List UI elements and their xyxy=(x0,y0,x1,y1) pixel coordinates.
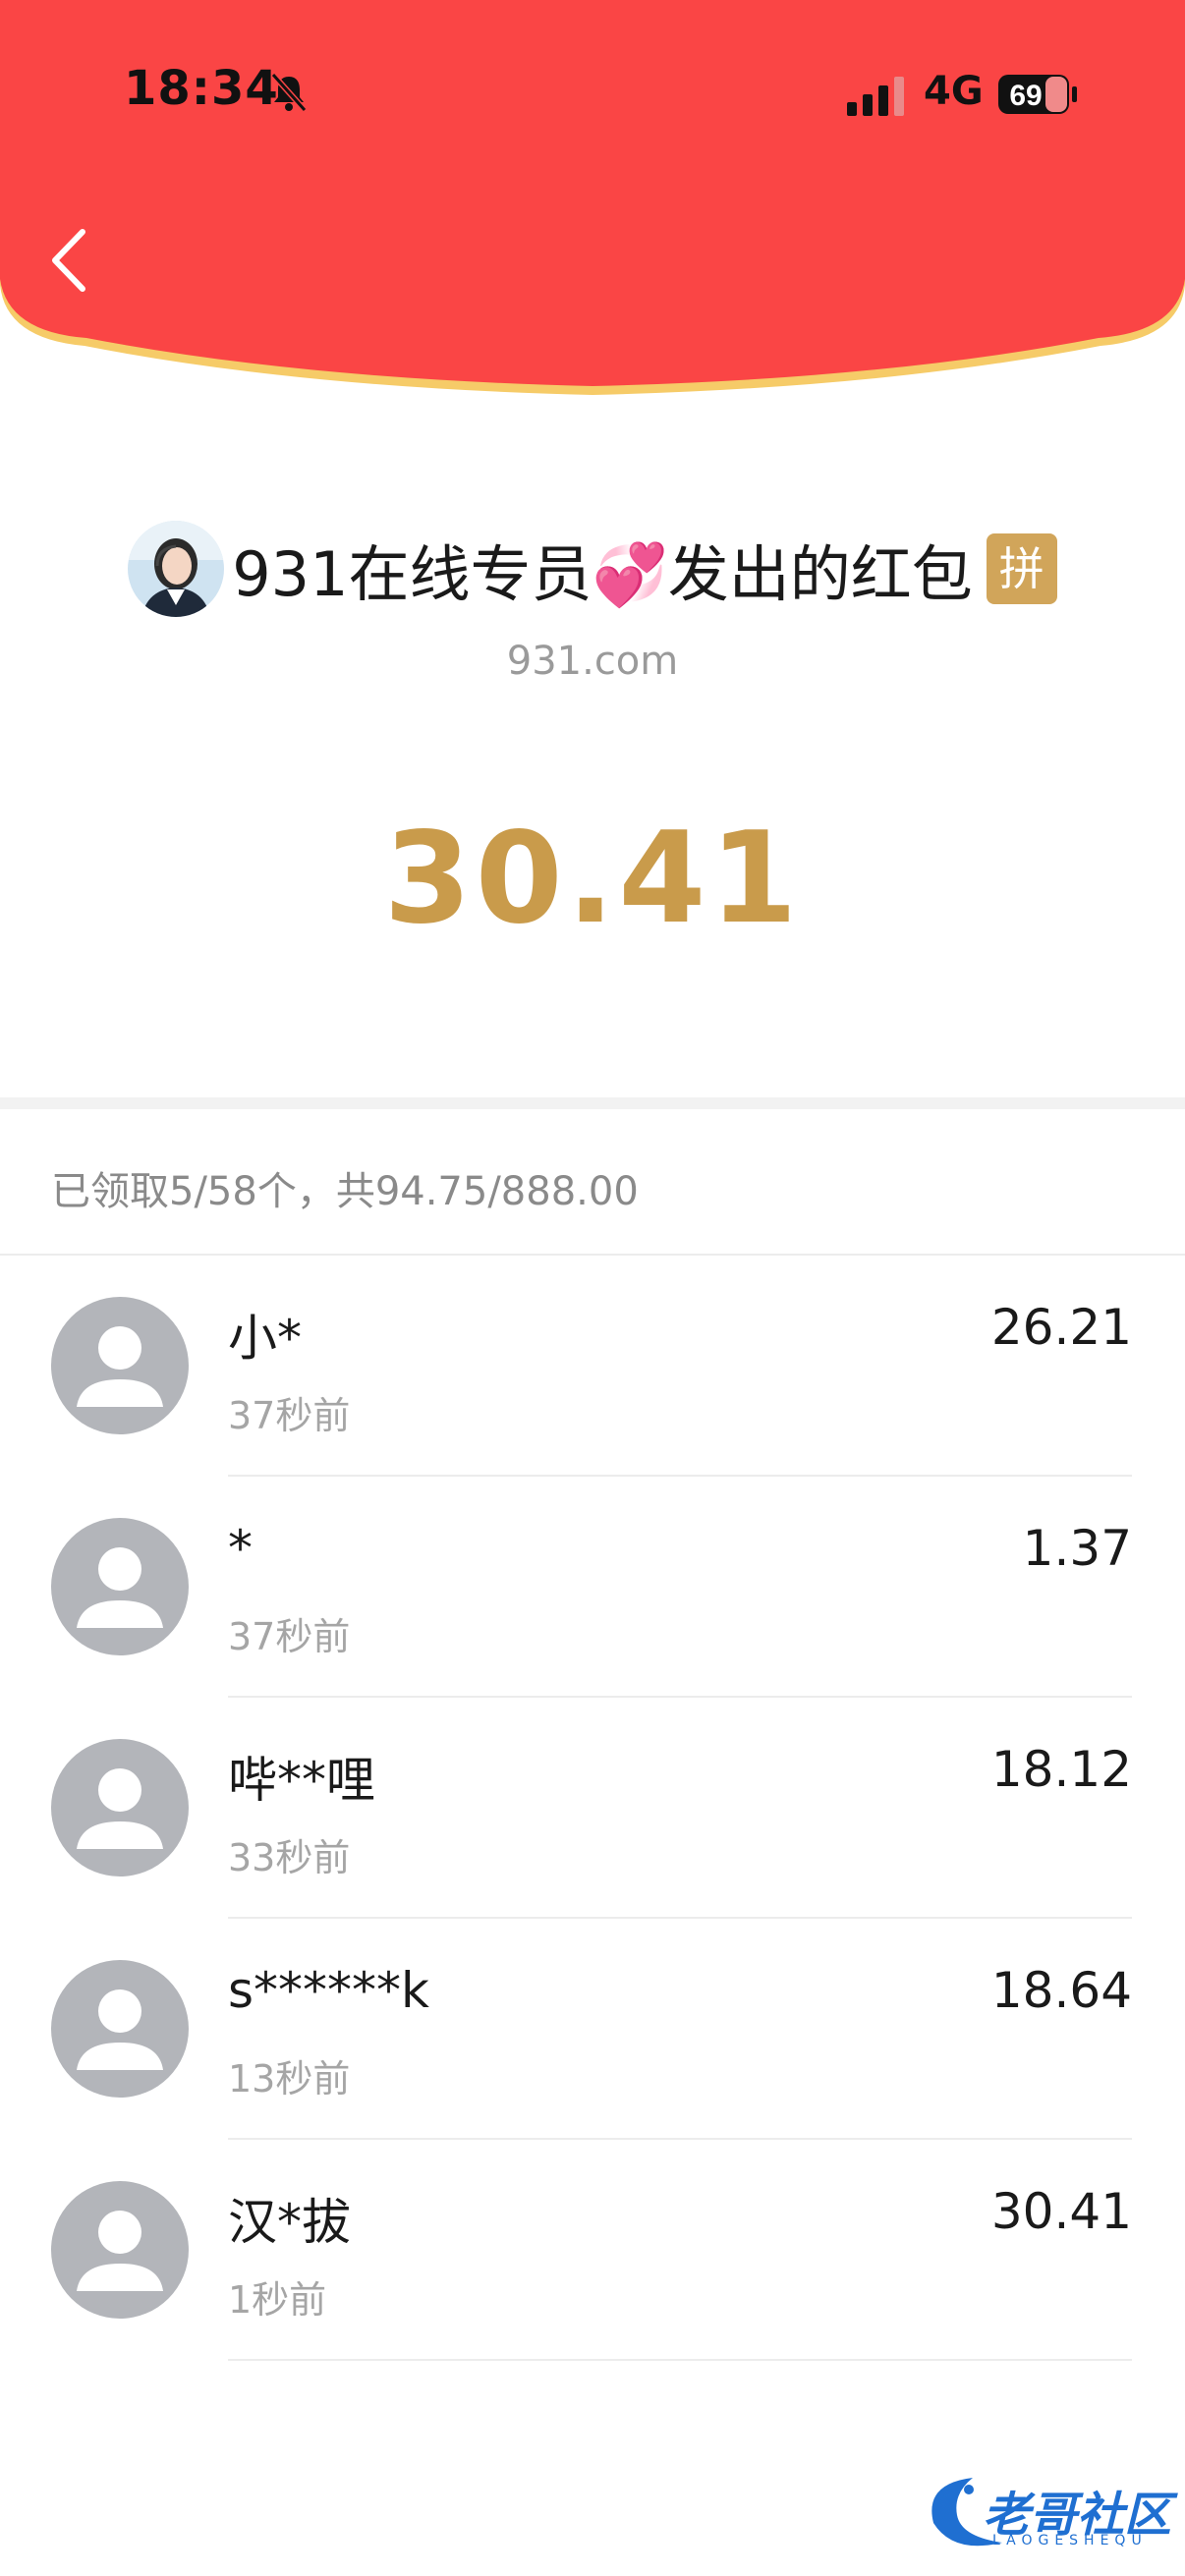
sender-info: 931在线专员💞发出的红包 拼 xyxy=(0,521,1185,619)
claimer-name: 哔**哩 xyxy=(228,1752,375,1809)
list-item[interactable]: 汉*拔 1秒前 30.41 xyxy=(0,2140,1185,2361)
sender-avatar[interactable] xyxy=(128,521,225,617)
list-item[interactable]: s******k 13秒前 18.64 xyxy=(0,1919,1185,2140)
claimer-name: 小* xyxy=(228,1310,302,1367)
default-avatar-icon xyxy=(51,1518,189,1655)
sender-domain: 931.com xyxy=(506,639,679,684)
sender-title: 931在线专员💞发出的红包 xyxy=(232,538,973,610)
claim-list: 小* 37秒前 26.21 * 37秒前 1.37 哔**哩 33秒前 18.1… xyxy=(0,1256,1185,2361)
claim-time: 1秒前 xyxy=(228,2278,327,2322)
list-item[interactable]: * 37秒前 1.37 xyxy=(0,1477,1185,1698)
claim-amount: 30.41 xyxy=(990,2183,1132,2240)
mute-bell-icon xyxy=(270,73,308,112)
section-divider xyxy=(0,1097,1185,1109)
default-avatar-icon xyxy=(51,1739,189,1876)
group-badge: 拼 xyxy=(986,533,1057,604)
claim-summary: 已领取5/58个，共94.75/888.00 xyxy=(51,1169,639,1214)
cellular-signal-icon xyxy=(847,77,904,116)
claim-time: 37秒前 xyxy=(228,1394,351,1437)
network-type: 4G xyxy=(924,69,984,114)
watermark-subtext: LAOGESHEQU xyxy=(992,2533,1148,2548)
default-avatar-icon xyxy=(51,2181,189,2319)
back-chevron-icon[interactable] xyxy=(47,226,94,295)
default-avatar-icon xyxy=(51,1960,189,2098)
status-time: 18:34 xyxy=(124,61,279,116)
claim-time: 33秒前 xyxy=(228,1836,351,1879)
claimer-name: s******k xyxy=(228,1962,430,2019)
claim-time: 37秒前 xyxy=(228,1615,351,1658)
default-avatar-icon xyxy=(51,1297,189,1434)
battery-icon: 69 xyxy=(996,73,1079,116)
claim-amount: 18.64 xyxy=(990,1962,1132,2019)
claimer-name: 汉*拔 xyxy=(228,2194,351,2251)
list-item[interactable]: 小* 37秒前 26.21 xyxy=(0,1256,1185,1477)
claim-amount: 1.37 xyxy=(1022,1520,1132,1577)
claimer-name: * xyxy=(228,1520,253,1577)
claim-amount: 18.12 xyxy=(990,1741,1132,1798)
claim-time: 13秒前 xyxy=(228,2057,351,2100)
battery-level: 69 xyxy=(1009,80,1042,112)
list-item[interactable]: 哔**哩 33秒前 18.12 xyxy=(0,1698,1185,1919)
claim-amount: 26.21 xyxy=(990,1299,1132,1356)
received-amount: 30.41 xyxy=(383,806,802,952)
divider xyxy=(228,2359,1132,2361)
